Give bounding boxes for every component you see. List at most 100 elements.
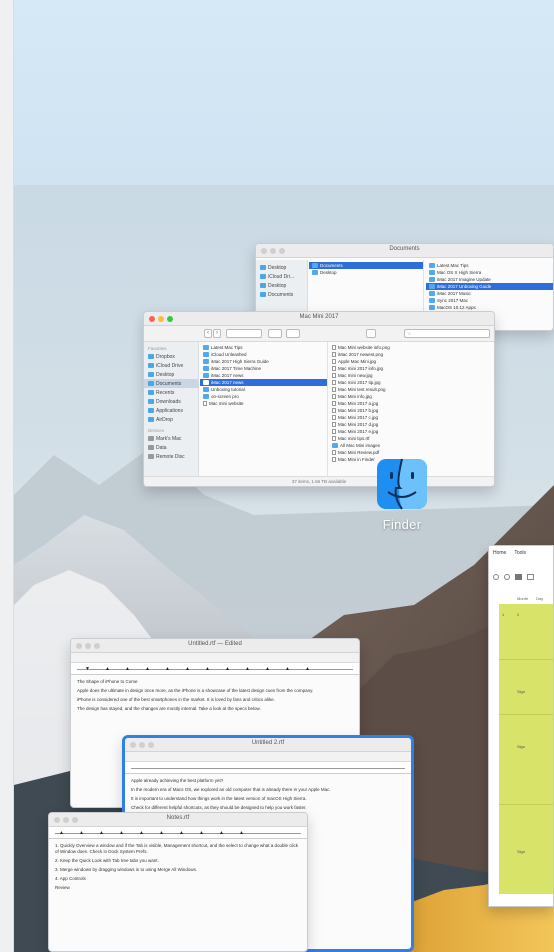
arrange-button[interactable] [268, 329, 282, 338]
list-item[interactable]: Mac mini website [200, 400, 327, 407]
sidebar-item-downloads[interactable]: Downloads [144, 397, 198, 406]
drive-icon [148, 445, 154, 450]
list-item[interactable]: Sync 2017 Mac [426, 297, 553, 304]
sheet-grid[interactable]: 1 2 Sign Sign Sign [499, 604, 553, 894]
file-item[interactable]: Mac Mini 2017 e.jpg [329, 428, 494, 435]
finder-toolbar: ‹ › ⌕ [144, 326, 494, 342]
list-item[interactable]: iMac 2017 Imagine Update [426, 276, 553, 283]
sidebar-item-airdrop[interactable]: AirDrop [144, 415, 198, 424]
cell[interactable]: 2 [517, 612, 519, 617]
sidebar-item-documents[interactable]: Documents [144, 379, 198, 388]
list-item[interactable]: Latest Mac Tips [200, 344, 327, 351]
file-item[interactable]: Mac Mini 2017 b.jpg [329, 407, 494, 414]
title-bar[interactable]: Untitled.rtf — Edited [71, 639, 359, 653]
window-title: Untitled 2.rtf [251, 740, 285, 746]
list-item[interactable]: Documents [309, 262, 423, 269]
sidebar-item-desktop[interactable]: Desktop [144, 370, 198, 379]
cell[interactable]: Sign [517, 849, 525, 854]
file-item[interactable]: Mac Mini 2017 c.jpg [329, 414, 494, 421]
app-label-finder: Finder [382, 517, 422, 532]
finder-icon[interactable] [376, 458, 428, 510]
applications-icon [148, 408, 154, 413]
list-item[interactable]: Mac OS X High Sierra [426, 269, 553, 276]
list-item-selected[interactable]: iMac 2017 news [200, 379, 327, 386]
sidebar-item-device[interactable]: Data [144, 443, 198, 452]
sidebar-item[interactable]: Desktop [256, 281, 307, 290]
finder-window-front[interactable]: Mac Mini 2017 ‹ › ⌕ Favorites Dropbox iC… [143, 311, 495, 487]
finder-sidebar: Favorites Dropbox iCloud Drive Desktop D… [144, 342, 199, 486]
list-item[interactable]: Desktop [309, 269, 423, 276]
file-item[interactable]: Mac Mini 2017 d.jpg [329, 421, 494, 428]
file-item[interactable]: Mac Mini Review.pdf [329, 449, 494, 456]
cell[interactable]: Sign [517, 689, 525, 694]
file-item[interactable]: iMac 2017 newest.png [329, 351, 494, 358]
list-item[interactable]: iCloud Unleashed [200, 351, 327, 358]
ruler: ▼ ▲ ▲ ▲ ▲ ▲ ▲ ▲ ▲ ▲ ▲ ▲ [71, 663, 359, 675]
file-item[interactable]: Mac Mini website info.png [329, 344, 494, 351]
text-editor-window[interactable]: Notes.rtf ▲ ▲ ▲ ▲ ▲ ▲ ▲ ▲ ▲ ▲ 1. Quickly Overview… [48, 812, 308, 952]
document-body[interactable]: The Shape of iPhone to Come Apple does t… [71, 675, 359, 719]
desktop-icon [148, 372, 154, 377]
search-input[interactable]: ⌕ [404, 329, 490, 338]
print-icon[interactable] [515, 574, 522, 580]
spreadsheet-window[interactable]: Home Tools Month Day 1 2 Sign Sign Sign [488, 545, 554, 907]
list-item[interactable]: iMac 2017 High Sierra Guide [200, 358, 327, 365]
action-button[interactable] [286, 329, 300, 338]
sidebar-item-applications[interactable]: Applications [144, 406, 198, 415]
cloud-icon [148, 363, 154, 368]
format-toolbar [125, 752, 411, 762]
list-item[interactable]: iMac 2017 Time Machine [200, 365, 327, 372]
file-item[interactable]: Mac mini 2017 tip.jpg [329, 379, 494, 386]
file-item[interactable]: Apple Mac Mini.jpg [329, 358, 494, 365]
sidebar-item[interactable]: Documents [256, 290, 307, 299]
file-item[interactable]: Mac mini tips.rtf [329, 435, 494, 442]
file-item[interactable]: All Mac Mini images [329, 442, 494, 449]
sidebar-item[interactable]: Desktop [256, 263, 307, 272]
sidebar-item-dropbox[interactable]: Dropbox [144, 352, 198, 361]
list-item[interactable]: iMac 2017 news [200, 372, 327, 379]
list-item[interactable]: MacOS 10.12 Apps [426, 304, 553, 311]
title-bar[interactable]: Untitled 2.rtf [125, 738, 411, 752]
sidebar-section-devices: Devices [148, 428, 165, 433]
table-icon[interactable] [527, 574, 534, 580]
sidebar-item[interactable]: iCloud Dri... [256, 272, 307, 281]
view-mode-buttons[interactable] [226, 329, 262, 338]
folder-icon [148, 354, 154, 359]
status-bar: 37 items, 1.66 TB available [144, 476, 494, 486]
list-item[interactable]: on-screen pro [200, 393, 327, 400]
airdrop-icon [148, 417, 154, 422]
tab-tools[interactable]: Tools [514, 550, 526, 556]
list-item[interactable]: iMac 2017 Unboxing Guide [426, 283, 553, 290]
file-item[interactable]: Mac mini new.jpg [329, 372, 494, 379]
file-item[interactable]: Mac Mini 2017 a.jpg [329, 400, 494, 407]
undo-icon[interactable] [493, 574, 499, 580]
cell[interactable]: Sign [517, 744, 525, 749]
back-button[interactable]: ‹ [204, 329, 212, 338]
list-item[interactable]: Unboxing tutorial [200, 386, 327, 393]
column-headers: Month Day [517, 596, 544, 601]
document-body[interactable]: 1. Quickly Overview a window and if the … [49, 839, 307, 898]
share-button[interactable] [366, 329, 376, 338]
forward-button[interactable]: › [213, 329, 221, 338]
list-item[interactable]: iMac 2017 Music [426, 290, 553, 297]
ruler [125, 762, 411, 774]
sidebar-section-favorites: Favorites [148, 346, 167, 351]
sidebar-item-device[interactable]: Remote Disc [144, 452, 198, 461]
window-title: Notes.rtf [166, 815, 190, 821]
list-item[interactable]: Latest Mac Tips [426, 262, 553, 269]
file-item[interactable]: Mac mini 2017 info.jpg [329, 365, 494, 372]
title-bar[interactable]: Notes.rtf [49, 813, 307, 827]
redo-icon[interactable] [504, 574, 510, 580]
cell[interactable]: 1 [502, 612, 504, 617]
window-title: Untitled.rtf — Edited [188, 641, 242, 647]
sidebar-item-recents[interactable]: Recents [144, 388, 198, 397]
ruler: ▲ ▲ ▲ ▲ ▲ ▲ ▲ ▲ ▲ ▲ [49, 827, 307, 839]
file-item[interactable]: Mac Mini info.jpg [329, 393, 494, 400]
finder-column-1: Latest Mac Tips iCloud Unleashed iMac 20… [200, 342, 328, 476]
title-bar[interactable]: Mac Mini 2017 [144, 312, 494, 326]
title-bar[interactable]: Documents [256, 244, 553, 258]
tab-home[interactable]: Home [493, 550, 506, 556]
sidebar-item-device[interactable]: Mark's Mac [144, 434, 198, 443]
file-item[interactable]: Mac Mini test result.png [329, 386, 494, 393]
sidebar-item-icloud[interactable]: iCloud Drive [144, 361, 198, 370]
